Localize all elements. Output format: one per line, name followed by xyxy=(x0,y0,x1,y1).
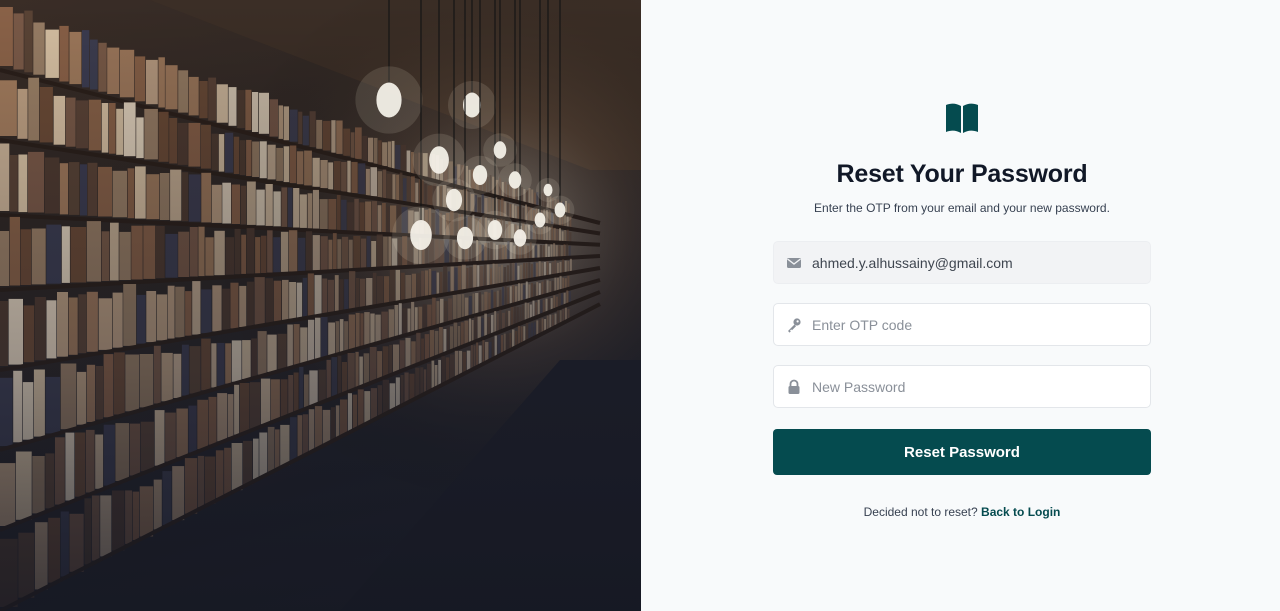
bulb-glow xyxy=(355,66,423,134)
page-subtitle: Enter the OTP from your email and your n… xyxy=(814,201,1110,215)
reset-form-panel: Reset Your Password Enter the OTP from y… xyxy=(641,0,1280,611)
open-book-icon xyxy=(946,103,978,133)
new-password-input[interactable] xyxy=(812,378,1138,395)
email-input xyxy=(812,254,1138,271)
back-to-login-link[interactable]: Back to Login xyxy=(981,505,1060,519)
otp-input[interactable] xyxy=(812,316,1138,333)
new-password-field[interactable] xyxy=(773,365,1151,408)
bulb-glow xyxy=(412,133,466,187)
bulb-glow xyxy=(498,163,532,197)
reset-form: Reset Your Password Enter the OTP from y… xyxy=(773,102,1151,519)
lock-icon xyxy=(788,379,800,394)
reset-password-page: Reset Your Password Enter the OTP from y… xyxy=(0,0,1280,611)
bulb-glow xyxy=(448,81,496,129)
envelope-icon xyxy=(787,257,801,268)
back-to-login-line: Decided not to reset? Back to Login xyxy=(864,505,1061,519)
bulb-glow xyxy=(536,178,560,202)
library-hero-image xyxy=(0,0,641,611)
footer-text: Decided not to reset? xyxy=(863,505,978,519)
reset-password-button[interactable]: Reset Password xyxy=(773,429,1151,475)
key-icon xyxy=(788,317,801,333)
email-field xyxy=(773,241,1151,284)
bulb-glow xyxy=(483,133,517,167)
library-illustration xyxy=(0,0,641,611)
otp-field[interactable] xyxy=(773,303,1151,346)
page-title: Reset Your Password xyxy=(836,160,1088,188)
